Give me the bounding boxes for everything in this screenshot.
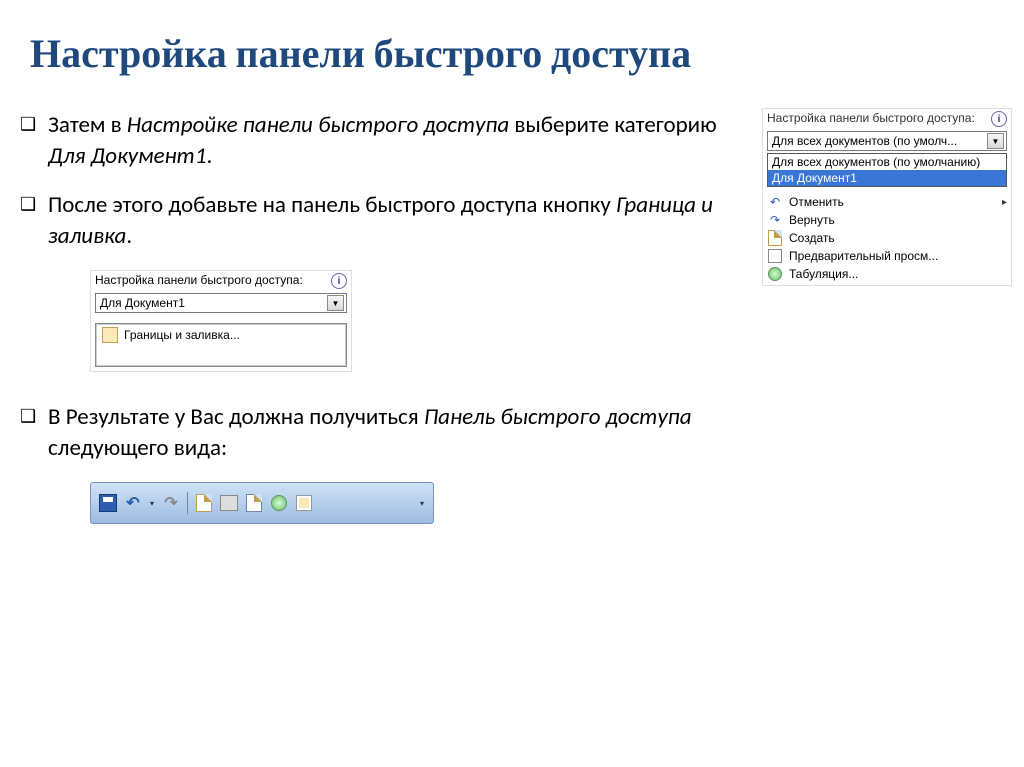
panel-customize-mid: Настройка панели быстрого доступа: i Для…: [90, 270, 352, 372]
cmd-tab[interactable]: Табуляция...: [763, 265, 1011, 283]
undo-icon: ↶: [767, 194, 783, 210]
border-icon: [296, 495, 312, 511]
bullet-1: Затем в Настройке панели быстрого доступ…: [48, 110, 730, 172]
print-icon: [220, 495, 238, 511]
preview-button[interactable]: [243, 492, 265, 514]
panel-customize-right: Настройка панели быстрого доступа: i Для…: [762, 108, 1012, 286]
text: следующего вида:: [48, 434, 227, 462]
panel-mid-header: Настройка панели быстрого доступа:: [95, 273, 303, 287]
cmd-undo[interactable]: ↶ Отменить ▸: [763, 193, 1011, 211]
cmd-label: Отменить: [789, 195, 844, 209]
print-button[interactable]: [218, 492, 240, 514]
save-icon: [99, 494, 117, 512]
preview-icon: [246, 494, 262, 512]
bullet-2: После этого добавьте на панель быстрого …: [48, 190, 730, 252]
combo-option[interactable]: Для всех документов (по умолчанию): [768, 154, 1006, 170]
text: выберите категорию: [509, 111, 716, 139]
redo-icon: ↷: [164, 493, 177, 513]
text-italic: Панель быстрого доступа: [424, 403, 692, 431]
combo-value: Для всех документов (по умолч...: [772, 134, 957, 148]
command-list: ↶ Отменить ▸ ↷ Вернуть Создать Предварит…: [763, 191, 1011, 285]
border-button[interactable]: [293, 492, 315, 514]
green-circle-icon: [271, 495, 287, 511]
list-item[interactable]: Границы и заливка...: [96, 324, 346, 346]
cmd-redo[interactable]: ↷ Вернуть: [763, 211, 1011, 229]
combo-value: Для Документ1: [100, 296, 185, 310]
new-doc-button[interactable]: [193, 492, 215, 514]
qat-customize-dropdown[interactable]: ▾: [417, 499, 427, 508]
text: .: [126, 222, 132, 250]
panel-mid-listbox[interactable]: Границы и заливка...: [95, 323, 347, 367]
text: Затем в: [48, 111, 127, 139]
submenu-arrow-icon: ▸: [1002, 197, 1007, 208]
text-italic: Для Документ1: [48, 142, 207, 170]
redo-icon: ↷: [767, 212, 783, 228]
cmd-label: Вернуть: [789, 213, 835, 227]
redo-button[interactable]: ↷: [160, 492, 182, 514]
cmd-label: Табуляция...: [789, 267, 858, 281]
chevron-down-icon[interactable]: ▼: [327, 295, 344, 311]
border-fill-icon: [102, 327, 118, 343]
tab-button[interactable]: [268, 492, 290, 514]
separator: [187, 492, 188, 514]
document-icon: [196, 494, 212, 512]
panel-mid-combo[interactable]: Для Документ1 ▼: [95, 293, 347, 313]
panel-right-combo[interactable]: Для всех документов (по умолч... ▼: [767, 131, 1007, 151]
document-icon: [767, 230, 783, 246]
info-icon[interactable]: i: [331, 273, 347, 289]
quick-access-toolbar: ↶ ▾ ↷ ▾: [90, 482, 434, 524]
text: В Результате у Вас должна получиться: [48, 403, 424, 431]
cmd-new[interactable]: Создать: [763, 229, 1011, 247]
text: После этого добавьте на панель быстрого …: [48, 191, 616, 219]
text-italic: Настройке панели быстрого доступа: [127, 111, 509, 139]
cmd-preview[interactable]: Предварительный просм...: [763, 247, 1011, 265]
cmd-label: Создать: [789, 231, 835, 245]
combo-dropdown-list: Для всех документов (по умолчанию) Для Д…: [767, 153, 1007, 187]
chevron-down-icon[interactable]: ▼: [987, 133, 1004, 149]
undo-icon: ↶: [126, 493, 139, 513]
undo-dropdown[interactable]: ▾: [147, 499, 157, 508]
slide-title: Настройка панели быстрого доступа: [30, 30, 994, 77]
bullet-3: В Результате у Вас должна получиться Пан…: [48, 402, 730, 464]
save-button[interactable]: [97, 492, 119, 514]
text: .: [207, 142, 213, 170]
preview-icon: [767, 248, 783, 264]
undo-button[interactable]: ↶: [122, 492, 144, 514]
info-icon[interactable]: i: [991, 111, 1007, 127]
list-item-label: Границы и заливка...: [124, 328, 240, 342]
combo-option-selected[interactable]: Для Документ1: [768, 170, 1006, 186]
tab-icon: [767, 266, 783, 282]
cmd-label: Предварительный просм...: [789, 249, 938, 263]
panel-right-header: Настройка панели быстрого доступа:: [767, 111, 975, 127]
